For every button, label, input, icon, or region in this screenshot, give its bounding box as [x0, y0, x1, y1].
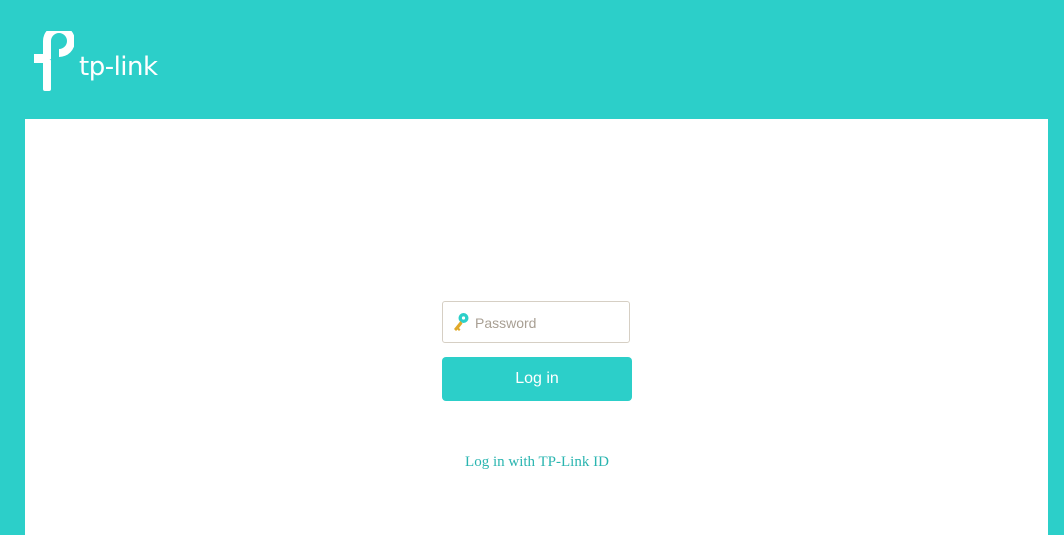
key-icon [454, 313, 469, 331]
header-bar: tp-link [8, 3, 1058, 119]
brand-name: tp-link [79, 52, 158, 82]
tp-link-logo-icon [34, 31, 74, 91]
tp-link-logo: tp-link [34, 31, 184, 101]
login-panel: Log in Log in with TP-Link ID [25, 119, 1048, 535]
password-input[interactable] [473, 308, 627, 338]
login-button[interactable]: Log in [442, 357, 632, 401]
tplink-id-login-link[interactable]: Log in with TP-Link ID [442, 454, 632, 471]
password-field-container[interactable] [442, 301, 630, 343]
